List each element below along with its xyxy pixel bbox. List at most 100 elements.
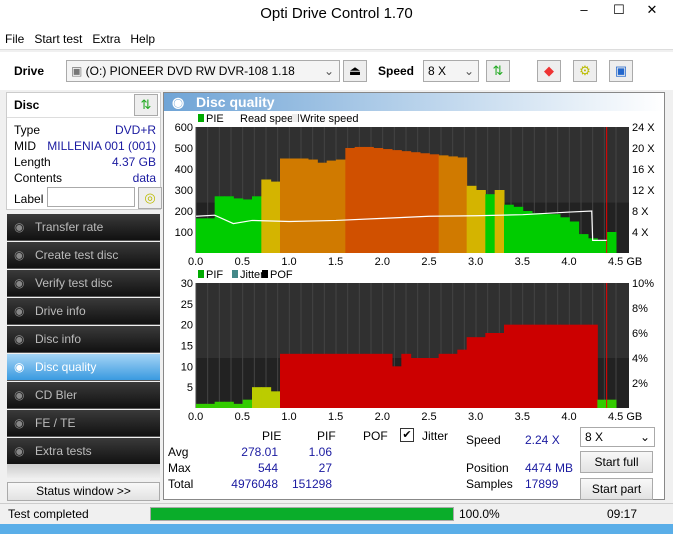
nav-extra-tests[interactable]: ◉ Extra tests [7,438,160,465]
disc-icon: ◉ [14,332,25,346]
x-tick-label: 3.0 [468,256,483,268]
pie-bar [550,214,561,253]
test-speed-value: 8 X [585,430,604,444]
disc-icon: ◉ [14,388,25,402]
pif-bar [196,403,206,408]
pie-bar [205,218,216,253]
menu-extra[interactable]: Extra [87,30,125,48]
nav-label: Extra tests [35,444,92,458]
close-button[interactable]: ✕ [638,0,666,22]
pie-bar [532,213,542,253]
start-part-button[interactable]: Start part [580,478,653,500]
pif-bar [373,353,384,408]
nav-label: Drive info [35,304,86,318]
x-tick-label: 4.5 GB [608,256,642,268]
pie-bar [252,196,262,253]
disc-icon: ◉ [14,304,25,318]
nav-verify-test-disc[interactable]: ◉ Verify test disc [7,270,160,297]
start-full-button[interactable]: Start full [580,451,653,473]
refresh-speed-button[interactable]: ⇅ [486,60,510,82]
pif-bar [214,401,225,408]
nav-fe-te[interactable]: ◉ FE / TE [7,410,160,437]
disc-label-button[interactable]: ◎ [138,187,162,209]
status-text: Test completed [8,507,89,521]
disc-icon: ◉ [14,276,25,290]
refresh-icon: ⇅ [140,97,152,112]
nav-create-test-disc[interactable]: ◉ Create test disc [7,242,160,269]
drive-icon: ▣ [71,64,86,78]
legend-entry: Jitter [240,269,264,281]
progress-bar [150,507,454,521]
x-tick-label: 0.0 [188,256,203,268]
y2-tick-label: 6% [632,328,648,340]
charts: PIE Read speed Write speed 0.0 0.5 1.0 1.5 2.0 2… [175,113,656,423]
nav-disc-info[interactable]: ◉ Disc info [7,326,160,353]
x-tick-label: 2.5 [421,411,436,423]
legend-swatch [262,270,268,278]
row-label: Avg [168,445,189,459]
pif-bar [560,324,570,408]
pif-value: 27 [318,461,332,475]
y-tick-label: 200 [175,206,193,218]
nav-drive-info[interactable]: ◉ Drive info [7,298,160,325]
position-value: 4474 MB [525,461,574,475]
pif-bar [392,366,402,408]
pie-bar [261,179,272,253]
refresh-disc-button[interactable]: ⇅ [134,94,158,116]
col-pif: PIF [317,429,336,443]
pif-bar [457,349,468,408]
menu-file[interactable]: File [0,30,29,48]
disc-type-label: Type [14,123,41,137]
drive-select[interactable]: ▣ (O:) PIONEER DVD RW DVR-108 1.18 ⌄ [66,60,340,82]
status-window-button[interactable]: Status window >> [7,482,160,501]
panel-header: ◉ Disc quality [164,93,664,111]
save-button[interactable]: ▣ [609,60,633,82]
nav-transfer-rate[interactable]: ◉ Transfer rate [7,214,160,241]
position-label: Position [466,461,509,475]
pif-bar [382,353,393,408]
y-tick-label: 400 [175,164,193,176]
pie-bar [345,148,356,253]
pie-bar [289,158,300,253]
gears-icon: ⚙ [579,63,591,78]
nav-label: FE / TE [35,416,76,430]
chevron-down-icon: ⌄ [463,64,474,78]
speed-label: Speed [378,64,415,78]
pif-bar [578,324,589,408]
pie-bar [541,214,552,253]
pif-bar [522,324,533,408]
menu-start-test[interactable]: Start test [29,30,87,48]
nav-disc-quality[interactable]: ◉ Disc quality [7,354,160,381]
eject-button[interactable]: ⏏ [343,60,367,82]
nav-label: Disc info [35,332,82,346]
x-tick-label: 4.0 [561,256,576,268]
y2-tick-label: 10% [632,278,654,290]
disc-quality-panel: ◉ Disc quality PIE Read speed Write speed 0.… [163,92,665,500]
pie-bar [466,185,477,253]
jitter-checkbox[interactable]: ✔ [400,428,414,442]
label-input[interactable] [47,187,135,207]
pif-bar [317,353,328,408]
pif-bar [280,353,290,408]
settings-button[interactable]: ⚙ [573,60,597,82]
x-tick-label: 4.5 GB [608,411,642,423]
status-time: 09:17 [607,507,638,521]
nav-cd-bler[interactable]: ◉ CD Bler [7,382,160,409]
pif-bar [364,353,374,408]
chevron-down-icon: ⌄ [323,64,334,78]
pie-value: 278.01 [241,445,278,459]
menu-help[interactable]: Help [125,30,160,48]
pie-bar [392,150,402,253]
disc-icon: ◎ [144,190,156,205]
pie-bar [504,204,514,253]
minimize-button[interactable]: ‒ [570,0,598,22]
x-tick-label: 1.0 [281,256,296,268]
pif-bar [466,337,477,408]
pif-bar [252,387,262,408]
speed-select[interactable]: 8 X ⌄ [423,60,479,82]
erase-button[interactable]: ◆ [537,60,561,82]
maximize-button[interactable]: ☐ [605,0,633,22]
pif-bar [597,399,608,408]
test-speed-select[interactable]: 8 X ⌄ [580,427,655,447]
legend-swatch [198,270,204,278]
